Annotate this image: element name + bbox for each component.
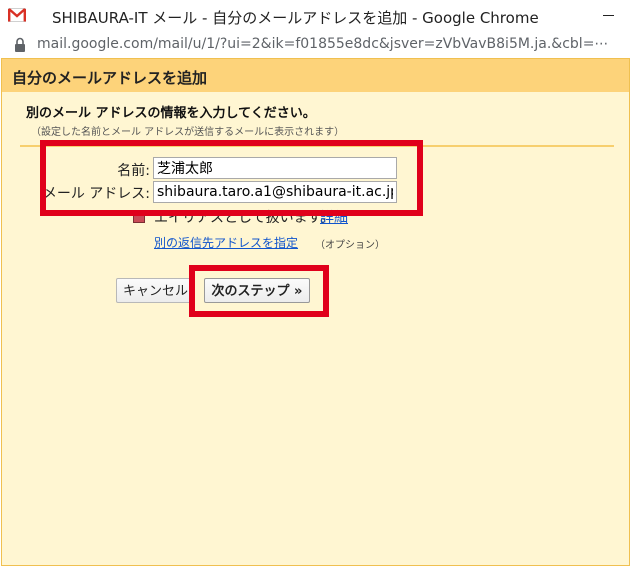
add-address-dialog: 自分のメールアドレスを追加 別のメール アドレスの情報を入力してください。 （設… [1, 58, 630, 566]
reply-to-optional: （オプション） [315, 240, 385, 251]
lock-icon [15, 37, 25, 52]
email-label: メール アドレス: [42, 186, 150, 202]
cancel-button[interactable]: キャンセル [116, 278, 192, 303]
alias-details-link[interactable]: 詳細 [320, 207, 348, 227]
dialog-title: 自分のメールアドレスを追加 [12, 69, 208, 87]
next-step-button[interactable]: 次のステップ » [204, 278, 310, 303]
dialog-heading: 別のメール アドレスの情報を入力してください。 [26, 106, 316, 121]
url-text[interactable]: mail.google.com/mail/u/1/?ui=2&ik=f01855… [37, 36, 608, 52]
address-bar: mail.google.com/mail/u/1/?ui=2&ik=f01855… [0, 32, 631, 58]
email-input[interactable] [153, 181, 397, 203]
alias-label: エイリアスとして扱います。 [154, 210, 335, 226]
dialog-header: 自分のメールアドレスを追加 [2, 59, 629, 92]
name-input[interactable] [153, 157, 397, 179]
gmail-icon [8, 8, 26, 22]
reply-to-link[interactable]: 別の返信先アドレスを指定 [154, 234, 298, 251]
name-label: 名前: [117, 163, 150, 179]
window-titlebar: SHIBAURA-IT メール - 自分のメールアドレスを追加 - Google… [0, 0, 631, 32]
divider [20, 145, 614, 147]
window-title: SHIBAURA-IT メール - 自分のメールアドレスを追加 - Google… [52, 9, 539, 27]
dialog-subnote: （設定した名前とメール アドレスが送信するメールに表示されます） [31, 127, 345, 138]
alias-checkbox[interactable] [133, 211, 145, 223]
minimize-button[interactable] [585, 0, 631, 30]
